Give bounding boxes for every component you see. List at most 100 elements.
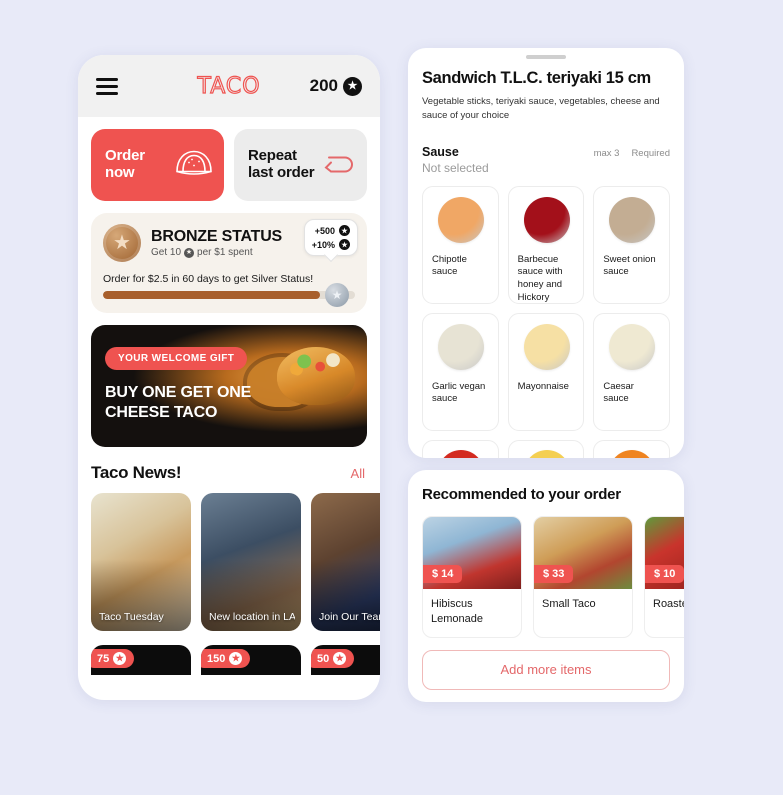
phone-screen-home: TACO 200 ★ Order now Repeat last order ★… [78, 55, 380, 700]
bonus-percent-row: +10% ★ [312, 239, 350, 250]
option-group-meta: max 3 Required [594, 148, 670, 159]
sauce-swatch-icon [523, 323, 570, 370]
offer-card[interactable]: 75 ★ [91, 645, 191, 675]
status-earn-rate: Get 10 ★ per $1 spent [151, 247, 253, 258]
points-value: 200 [309, 76, 338, 95]
recommended-item-image: $ 33 [534, 517, 632, 589]
order-now-button[interactable]: Order now [91, 129, 224, 201]
bonus-points-row: +500 ★ [312, 225, 350, 236]
star-icon: ★ [113, 652, 127, 665]
sauce-option-label: Mayonnaise [517, 380, 569, 392]
sauce-swatch-icon [609, 196, 656, 243]
status-progress-message: Order for $2.5 in 60 days to get Silver … [103, 273, 314, 285]
sauce-option[interactable] [593, 439, 670, 458]
sauce-swatch-icon [438, 449, 484, 458]
promo-title: BUY ONE GET ONE CHEESE TACO [105, 384, 252, 421]
star-icon: ★ [339, 225, 350, 236]
news-all-link[interactable]: All [351, 466, 365, 481]
option-selection-state: Not selected [422, 160, 489, 175]
option-group-header: Sause max 3 Required [422, 145, 670, 159]
news-card[interactable]: Taco Tuesday [91, 493, 191, 631]
recommended-item-image: $ 10 [645, 517, 684, 589]
recommended-item-name: Small Taco [542, 598, 596, 610]
offer-points-badge: 75 ★ [91, 649, 135, 668]
welcome-gift-badge: YOUR WELCOME GIFT [105, 347, 248, 370]
recommended-item-name: Hibiscus Lemonade [431, 598, 483, 625]
star-icon: ★ [184, 247, 195, 258]
sauce-option[interactable]: Sweet onion sauce [593, 185, 670, 304]
star-icon: ★ [333, 652, 347, 665]
sauce-option[interactable]: Chipotle sauce [422, 185, 499, 304]
recommended-title: Recommended to your order [422, 486, 621, 503]
bronze-medal-icon: ★ [103, 224, 141, 262]
sauce-option[interactable]: Barbecue sauce with honey and Hickory [507, 185, 585, 304]
offer-points-badge: 50 ★ [311, 649, 355, 668]
app-header: TACO 200 ★ [78, 55, 380, 117]
sauce-option[interactable] [422, 439, 499, 458]
option-required-label: Required [631, 147, 670, 159]
sauce-swatch-icon [609, 449, 656, 458]
offer-card[interactable]: 50 ★ [311, 645, 380, 675]
repeat-last-order-button[interactable]: Repeat last order [234, 129, 367, 201]
recommended-items-card: Recommended to your order $ 14 Hibiscus … [408, 470, 684, 702]
sauce-option-label: Sweet onion sauce [603, 253, 656, 278]
order-now-label: Order now [105, 147, 145, 181]
sauce-swatch-icon [523, 449, 570, 458]
sauce-swatch-icon [609, 323, 656, 370]
price-badge: $ 33 [534, 565, 574, 583]
star-icon: ★ [339, 239, 350, 250]
silver-medal-icon: ★ [325, 283, 349, 307]
loyalty-status-card[interactable]: ★ BRONZE STATUS Get 10 ★ per $1 spent +5… [91, 213, 367, 313]
recommended-item[interactable]: $ 10 Roasted Pepper [644, 516, 684, 638]
welcome-gift-banner[interactable]: YOUR WELCOME GIFT BUY ONE GET ONE CHEESE… [91, 325, 367, 447]
home-content: Order now Repeat last order ★ BRONZE STA… [78, 117, 380, 675]
sauce-swatch-icon [438, 196, 484, 243]
repeat-arrow-icon [323, 150, 357, 181]
status-progress-fill [103, 291, 320, 299]
status-progress-bar [103, 291, 355, 299]
offer-card[interactable]: 150 ★ [201, 645, 301, 675]
sauce-option[interactable]: Garlic vegan sauce [422, 312, 499, 431]
points-balance[interactable]: 200 ★ [310, 76, 362, 96]
sauce-option-label: Barbecue sauce with honey and Hickory [517, 253, 563, 303]
news-card-caption: Join Our Team [319, 611, 380, 623]
news-card[interactable]: Join Our Team [311, 493, 380, 631]
offers-carousel[interactable]: 75 ★ 150 ★ 50 ★ [91, 645, 380, 675]
news-carousel[interactable]: Taco Tuesday New location in LA! Join Ou… [91, 493, 380, 631]
news-card[interactable]: New location in LA! [201, 493, 301, 631]
news-title: Taco News! [91, 463, 182, 482]
star-icon: ★ [229, 652, 243, 665]
sauce-option-label: Caesar sauce [603, 380, 634, 405]
repeat-last-order-label: Repeat last order [248, 147, 315, 181]
app-logo: TACO [197, 73, 261, 99]
sauce-option-label: Chipotle sauce [432, 253, 467, 278]
taco-icon [174, 148, 214, 183]
hamburger-menu-icon[interactable] [96, 74, 118, 99]
recommended-item-image: $ 14 [423, 517, 521, 589]
sauce-swatch-icon [523, 196, 570, 243]
sauce-option-label: Garlic vegan sauce [432, 380, 486, 405]
recommended-item[interactable]: $ 33 Small Taco [533, 516, 633, 638]
sauce-option[interactable]: Caesar sauce [593, 312, 670, 431]
sauce-swatch-icon [438, 323, 484, 370]
add-more-items-button[interactable]: Add more items [422, 649, 670, 690]
option-group-name: Sause [422, 144, 459, 159]
status-tier-title: BRONZE STATUS [151, 228, 283, 245]
quick-actions-row: Order now Repeat last order [91, 129, 367, 201]
price-badge: $ 14 [423, 565, 463, 583]
product-description: Vegetable sticks, teriyaki sauce, vegeta… [422, 96, 660, 121]
star-icon: ★ [343, 76, 362, 96]
sheet-content: Sandwich T.L.C. teriyaki 15 cm Vegetable… [408, 59, 684, 458]
product-title: Sandwich T.L.C. teriyaki 15 cm [422, 69, 651, 87]
sauce-option[interactable] [507, 439, 585, 458]
news-card-caption: New location in LA! [209, 611, 295, 623]
product-options-sheet: Sandwich T.L.C. teriyaki 15 cm Vegetable… [408, 48, 684, 458]
recommended-item[interactable]: $ 14 Hibiscus Lemonade [422, 516, 522, 638]
option-max-label: max 3 [593, 147, 620, 159]
sauce-option[interactable]: Mayonnaise [507, 312, 585, 431]
news-card-caption: Taco Tuesday [99, 611, 164, 623]
recommended-carousel[interactable]: $ 14 Hibiscus Lemonade $ 33 Small Taco $… [422, 516, 684, 638]
status-text-block: BRONZE STATUS Get 10 ★ per $1 spent [151, 228, 282, 258]
sauce-options-grid: Chipotle sauce Barbecue sauce with honey … [422, 185, 670, 458]
offer-points-badge: 150 ★ [201, 649, 251, 668]
